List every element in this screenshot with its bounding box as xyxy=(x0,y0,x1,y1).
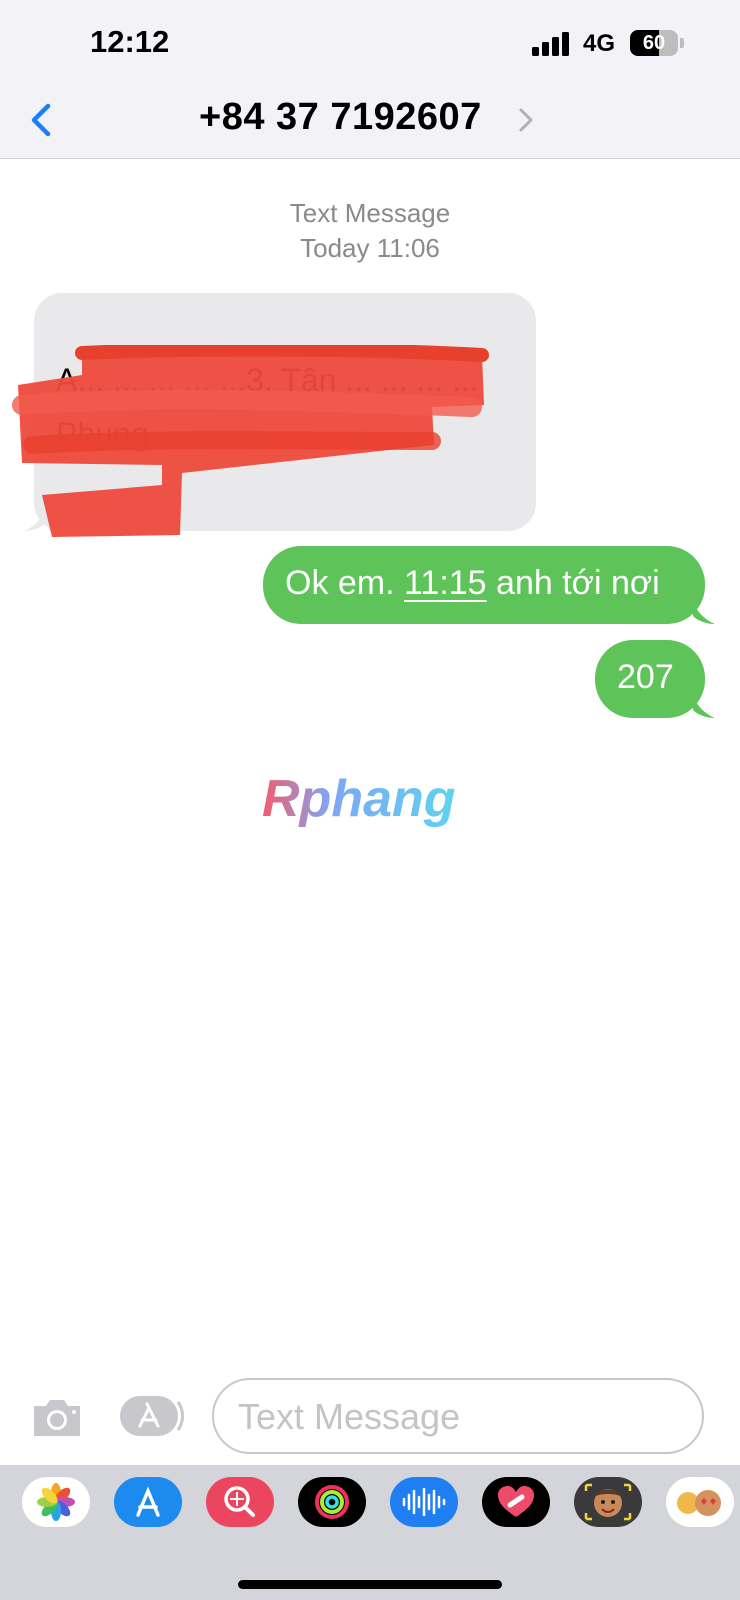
chevron-right-icon[interactable] xyxy=(516,106,536,134)
photos-icon[interactable] xyxy=(22,1477,90,1527)
home-indicator[interactable] xyxy=(238,1580,502,1589)
chevron-left-icon xyxy=(31,103,51,137)
digital-touch-icon[interactable] xyxy=(482,1477,550,1527)
network-type: 4G xyxy=(583,30,616,57)
redaction-scribble xyxy=(12,345,489,537)
bubble-tail xyxy=(693,696,715,718)
signal-strength-icon xyxy=(532,32,572,56)
outgoing-message-text: Ok em. 11:15 anh tới nơi xyxy=(285,564,660,602)
battery-nub xyxy=(680,38,684,48)
audio-message-icon[interactable] xyxy=(390,1477,458,1527)
outgoing-message-bubble[interactable]: Ok em. 11:15 anh tới nơi xyxy=(263,546,705,624)
message-input-field[interactable] xyxy=(212,1378,704,1454)
memoji-stickers-icon[interactable] xyxy=(666,1477,734,1527)
status-bar: 12:12 4G 60 xyxy=(0,0,740,84)
watermark-logo: Rphang xyxy=(262,770,456,828)
bubble-tail xyxy=(693,602,715,624)
app-store-icon[interactable] xyxy=(114,1477,182,1527)
service-label: Text Message xyxy=(289,198,451,228)
battery-icon: 60 xyxy=(630,30,678,56)
outgoing-message-text: 207 xyxy=(617,658,674,696)
time-link[interactable]: 11:15 xyxy=(404,564,487,602)
outgoing-message-bubble[interactable]: 207 xyxy=(595,640,705,718)
camera-icon[interactable] xyxy=(30,1396,84,1438)
battery-level: 60 xyxy=(642,32,666,54)
message-input[interactable] xyxy=(236,1390,680,1444)
contact-name[interactable]: +84 37 7192607 xyxy=(199,96,482,139)
activity-icon[interactable] xyxy=(298,1477,366,1527)
memoji-icon[interactable] xyxy=(574,1477,642,1527)
svg-text:Rphang: Rphang xyxy=(262,770,456,828)
back-button[interactable] xyxy=(22,98,66,142)
status-time: 12:12 xyxy=(90,24,170,59)
search-images-icon[interactable] xyxy=(206,1477,274,1527)
app-store-icon[interactable] xyxy=(118,1394,184,1438)
message-timestamp: Today 11:06 xyxy=(300,233,440,263)
message-meta: Text Message Today 11:06 xyxy=(0,196,740,266)
message-composer xyxy=(0,1368,740,1464)
conversation-header: +84 37 7192607 xyxy=(0,84,740,159)
